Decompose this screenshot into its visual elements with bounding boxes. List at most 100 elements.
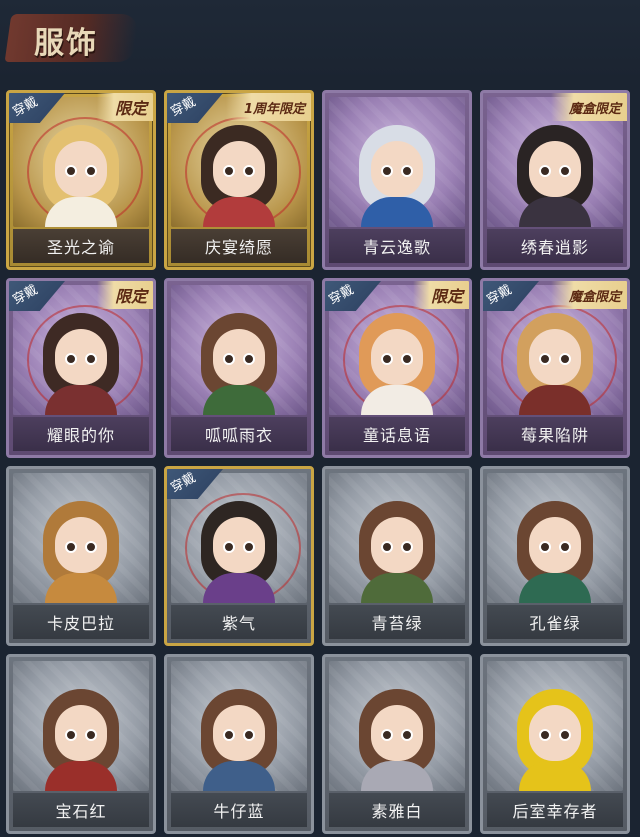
costume-name: 耀眼的你 — [13, 417, 149, 451]
avatar-eye — [85, 165, 97, 177]
costume-name: 宝石红 — [13, 793, 149, 827]
character-avatar — [511, 683, 599, 791]
costume-name: 庆宴绮愿 — [171, 229, 307, 263]
avatar-eye — [65, 541, 77, 553]
costume-name: 呱呱雨衣 — [171, 417, 307, 451]
costume-card[interactable]: 孔雀绿 — [480, 466, 630, 646]
avatar-eye — [223, 165, 235, 177]
costume-name: 青苔绿 — [329, 605, 465, 639]
costume-card[interactable]: 青云逸歌 — [322, 90, 472, 270]
costume-portrait — [329, 97, 465, 227]
equipped-badge-label: 穿戴 — [10, 282, 41, 308]
header: 服饰 — [0, 0, 640, 80]
costume-card[interactable]: 紫气 穿戴 — [164, 466, 314, 646]
avatar-eye — [243, 541, 255, 553]
costume-name: 紫气 — [171, 605, 307, 639]
limited-badge: 1周年限定 — [225, 93, 311, 121]
costume-name: 绣春逍影 — [487, 229, 623, 263]
limited-badge: 魔盒限定 — [550, 281, 627, 309]
avatar-eye — [223, 729, 235, 741]
avatar-face — [213, 329, 265, 385]
character-avatar — [195, 119, 283, 227]
costume-portrait — [487, 661, 623, 791]
avatar-face — [529, 517, 581, 573]
equipped-badge-label: 穿戴 — [10, 94, 41, 120]
character-avatar — [511, 119, 599, 227]
costume-name: 后室幸存者 — [487, 793, 623, 827]
avatar-eye — [243, 353, 255, 365]
avatar-eye — [381, 165, 393, 177]
page-title: 服饰 — [34, 26, 98, 61]
costume-card[interactable]: 圣光之谕 穿戴 限定 — [6, 90, 156, 270]
costume-card[interactable]: 素雅白 — [322, 654, 472, 834]
avatar-eye — [223, 541, 235, 553]
costume-card[interactable]: 后室幸存者 — [480, 654, 630, 834]
costume-portrait — [13, 661, 149, 791]
avatar-face — [371, 141, 423, 197]
avatar-face — [529, 141, 581, 197]
avatar-eye — [85, 541, 97, 553]
avatar-eye — [401, 729, 413, 741]
costume-portrait — [487, 473, 623, 603]
character-avatar — [37, 307, 125, 415]
limited-badge: 魔盒限定 — [550, 93, 627, 121]
costume-name: 牛仔蓝 — [171, 793, 307, 827]
costume-portrait — [171, 285, 307, 415]
costume-card[interactable]: 呱呱雨衣 — [164, 278, 314, 458]
avatar-eye — [243, 729, 255, 741]
avatar-face — [371, 705, 423, 761]
character-avatar — [511, 307, 599, 415]
avatar-eye — [85, 729, 97, 741]
equipped-badge-label: 穿戴 — [484, 282, 515, 308]
character-avatar — [37, 683, 125, 791]
costume-portrait — [13, 473, 149, 603]
avatar-eye — [401, 353, 413, 365]
costume-name: 卡皮巴拉 — [13, 605, 149, 639]
costume-name: 圣光之谕 — [13, 229, 149, 263]
avatar-face — [529, 329, 581, 385]
character-avatar — [353, 683, 441, 791]
avatar-face — [213, 517, 265, 573]
avatar-face — [55, 517, 107, 573]
avatar-face — [371, 329, 423, 385]
costume-portrait — [329, 473, 465, 603]
costume-card[interactable]: 卡皮巴拉 — [6, 466, 156, 646]
avatar-eye — [539, 541, 551, 553]
avatar-eye — [401, 541, 413, 553]
costume-name: 素雅白 — [329, 793, 465, 827]
avatar-eye — [243, 165, 255, 177]
equipped-badge-label: 穿戴 — [326, 282, 357, 308]
limited-badge: 限定 — [96, 281, 153, 309]
avatar-eye — [85, 353, 97, 365]
character-avatar — [195, 683, 283, 791]
avatar-face — [55, 141, 107, 197]
costume-card[interactable]: 庆宴绮愿 穿戴 1周年限定 — [164, 90, 314, 270]
costume-card[interactable]: 童话息语 穿戴 限定 — [322, 278, 472, 458]
avatar-eye — [559, 729, 571, 741]
avatar-eye — [539, 165, 551, 177]
costume-card[interactable]: 牛仔蓝 — [164, 654, 314, 834]
costume-card[interactable]: 耀眼的你 穿戴 限定 — [6, 278, 156, 458]
avatar-face — [55, 705, 107, 761]
limited-badge: 限定 — [412, 281, 469, 309]
character-avatar — [353, 119, 441, 227]
avatar-eye — [65, 729, 77, 741]
costume-card[interactable]: 绣春逍影 魔盒限定 — [480, 90, 630, 270]
avatar-eye — [559, 541, 571, 553]
avatar-eye — [65, 165, 77, 177]
avatar-face — [55, 329, 107, 385]
avatar-face — [213, 141, 265, 197]
avatar-eye — [539, 729, 551, 741]
limited-badge: 限定 — [96, 93, 153, 121]
costume-name: 莓果陷阱 — [487, 417, 623, 451]
costume-card[interactable]: 宝石红 — [6, 654, 156, 834]
character-avatar — [353, 307, 441, 415]
costume-card[interactable]: 青苔绿 — [322, 466, 472, 646]
costume-card[interactable]: 莓果陷阱 穿戴 魔盒限定 — [480, 278, 630, 458]
character-avatar — [37, 495, 125, 603]
equipped-badge-label: 穿戴 — [168, 94, 199, 120]
costume-portrait — [329, 661, 465, 791]
avatar-eye — [559, 353, 571, 365]
character-avatar — [195, 307, 283, 415]
avatar-eye — [539, 353, 551, 365]
